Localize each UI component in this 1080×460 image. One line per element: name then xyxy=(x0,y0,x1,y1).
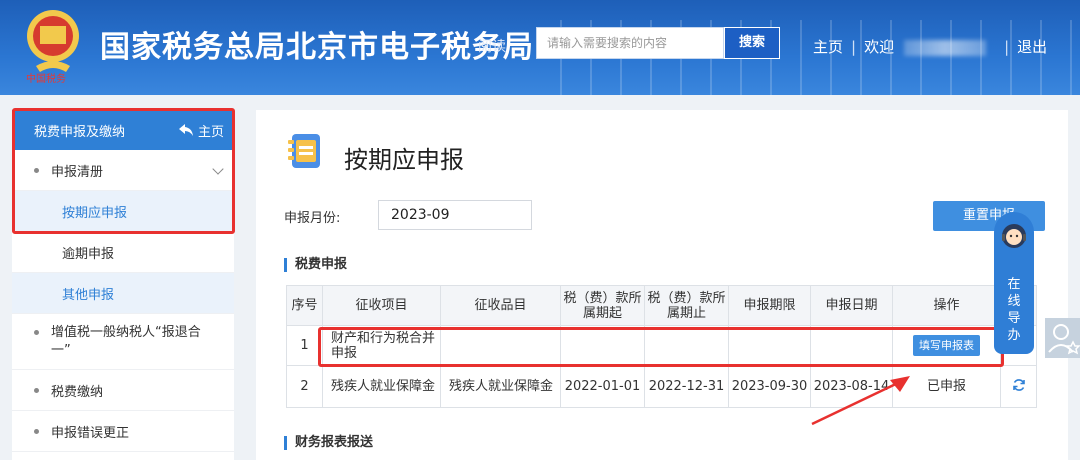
table-header-row: 序号 征收项目 征收品目 税（费）款所属期起 税（费）款所属期止 申报期限 申报… xyxy=(286,285,1037,326)
month-label: 申报月份: xyxy=(284,211,341,226)
sidebar-item-label: 其他申报 xyxy=(62,287,115,303)
declaration-book-icon xyxy=(288,134,320,168)
sidebar-item-vat-refund[interactable]: 增值税一般纳税人“报退合一” xyxy=(12,314,234,370)
sidebar-item-tax-payment[interactable]: 税费缴纳 xyxy=(12,370,234,411)
table-cell-refresh xyxy=(1000,365,1037,408)
sidebar-header-label: 税费申报及缴纳 xyxy=(34,124,126,140)
sidebar-item-label: 增值税一般纳税人“报退合一” xyxy=(51,325,201,358)
username-blurred xyxy=(904,39,987,56)
fill-form-button[interactable]: 填写申报表 xyxy=(913,335,980,356)
top-nav: 主页 | 欢迎 | 退出 xyxy=(813,36,1047,57)
table-header: 序号 xyxy=(286,285,323,326)
search-button[interactable]: 搜索 xyxy=(724,27,780,59)
page-title: 按期应申报 xyxy=(344,146,464,174)
table-cell-item: 财产和行为税合并申报 xyxy=(322,325,441,366)
nav-logout-link[interactable]: 退出 xyxy=(1017,36,1047,57)
guide-text: 在线导办 xyxy=(994,276,1034,344)
read-link[interactable]: 阅读 xyxy=(478,36,506,56)
sidebar-item-label: 税费缴纳 xyxy=(51,384,104,400)
table-cell-end xyxy=(644,325,729,366)
online-guide-widget[interactable]: 在线导办 xyxy=(994,212,1034,354)
sidebar-item-other-declaration[interactable]: 其他申报 xyxy=(12,273,234,314)
sidebar-item-declaration-list[interactable]: 申报清册 xyxy=(12,150,234,191)
site-header: 中国税务 国家税务总局北京市电子税务局 阅读 请输入需要搜索的内容 搜索 主页 |… xyxy=(0,0,1080,95)
chevron-down-icon xyxy=(212,163,224,175)
table-cell-no: 1 xyxy=(286,325,323,366)
refresh-icon[interactable] xyxy=(1012,378,1026,392)
svg-text:中国税务: 中国税务 xyxy=(26,72,66,84)
table-header: 申报日期 xyxy=(810,285,893,326)
main-panel: 按期应申报 申报月份: 2023-09 重置申报 税费申报 序号 征收项目 征收… xyxy=(256,110,1068,460)
annotation-arrow-icon xyxy=(811,376,910,426)
table-cell-category xyxy=(440,325,561,366)
user-service-icon[interactable] xyxy=(1045,318,1080,358)
declaration-table: 序号 征收项目 征收品目 税（费）款所属期起 税（费）款所属期止 申报期限 申报… xyxy=(286,285,1037,408)
bullet-icon xyxy=(34,428,39,434)
back-arrow-icon xyxy=(178,124,193,136)
sidebar-header[interactable]: 税费申报及缴纳 主页 xyxy=(12,110,234,150)
sidebar-item-label: 逾期申报 xyxy=(62,246,115,262)
table-header: 税（费）款所属期起 xyxy=(560,285,645,326)
table-header: 税（费）款所属期止 xyxy=(644,285,729,326)
table-header: 征收品目 xyxy=(440,285,561,326)
table-cell-item: 残疾人就业保障金 xyxy=(322,365,441,408)
sidebar-item-periodic-declaration[interactable]: 按期应申报 xyxy=(12,191,234,232)
nav-home-link[interactable]: 主页 xyxy=(813,36,843,57)
sidebar-item-overdue-declaration[interactable]: 逾期申报 xyxy=(12,232,234,273)
tax-emblem-icon: 中国税务 xyxy=(26,10,79,84)
table-cell-date xyxy=(810,325,893,366)
section-title-tax: 税费申报 xyxy=(284,258,347,272)
table-header: 操作 xyxy=(892,285,1001,326)
table-cell-action: 填写申报表 xyxy=(892,325,1001,366)
bullet-icon xyxy=(34,387,39,393)
table-header: 申报期限 xyxy=(728,285,811,326)
month-input[interactable]: 2023-09 xyxy=(378,200,532,230)
table-cell-start: 2022-01-01 xyxy=(560,365,645,408)
sidebar-item-label: 按期应申报 xyxy=(62,205,128,221)
table-cell-deadline: 2023-09-30 xyxy=(728,365,811,408)
bullet-icon xyxy=(34,167,39,173)
table-cell-no: 2 xyxy=(286,365,323,408)
table-cell-deadline xyxy=(728,325,811,366)
search-input[interactable]: 请输入需要搜索的内容 xyxy=(536,27,724,59)
nav-separator: | xyxy=(851,38,857,56)
sidebar-item-label: 申报错误更正 xyxy=(51,425,130,441)
bullet-icon xyxy=(34,330,39,335)
guide-label: 在线导办 xyxy=(1007,277,1021,343)
table-cell-end: 2022-12-31 xyxy=(644,365,729,408)
table-header: 征收项目 xyxy=(322,285,441,326)
table-cell-start xyxy=(560,325,645,366)
sidebar-item-error-correction[interactable]: 申报错误更正 xyxy=(12,411,234,452)
section-title-report: 财务报表报送 xyxy=(284,436,373,450)
sidebar-home-link[interactable]: 主页 xyxy=(178,121,224,140)
nav-welcome-text: 欢迎 xyxy=(864,38,895,56)
nav-separator: | xyxy=(1004,38,1010,56)
site-title: 国家税务总局北京市电子税务局 xyxy=(100,30,534,65)
table-row: 1 财产和行为税合并申报 填写申报表 xyxy=(286,325,1037,366)
sidebar: 税费申报及缴纳 主页 申报清册 按期应申报 逾期申报 其他申报 增值税一般纳税人… xyxy=(12,110,234,460)
assistant-avatar-icon xyxy=(1002,224,1026,248)
sidebar-home-label: 主页 xyxy=(197,124,224,140)
table-cell-category: 残疾人就业保障金 xyxy=(440,365,561,408)
table-row: 2 残疾人就业保障金 残疾人就业保障金 2022-01-01 2022-12-3… xyxy=(286,365,1037,408)
sidebar-item-label: 申报清册 xyxy=(51,164,104,180)
